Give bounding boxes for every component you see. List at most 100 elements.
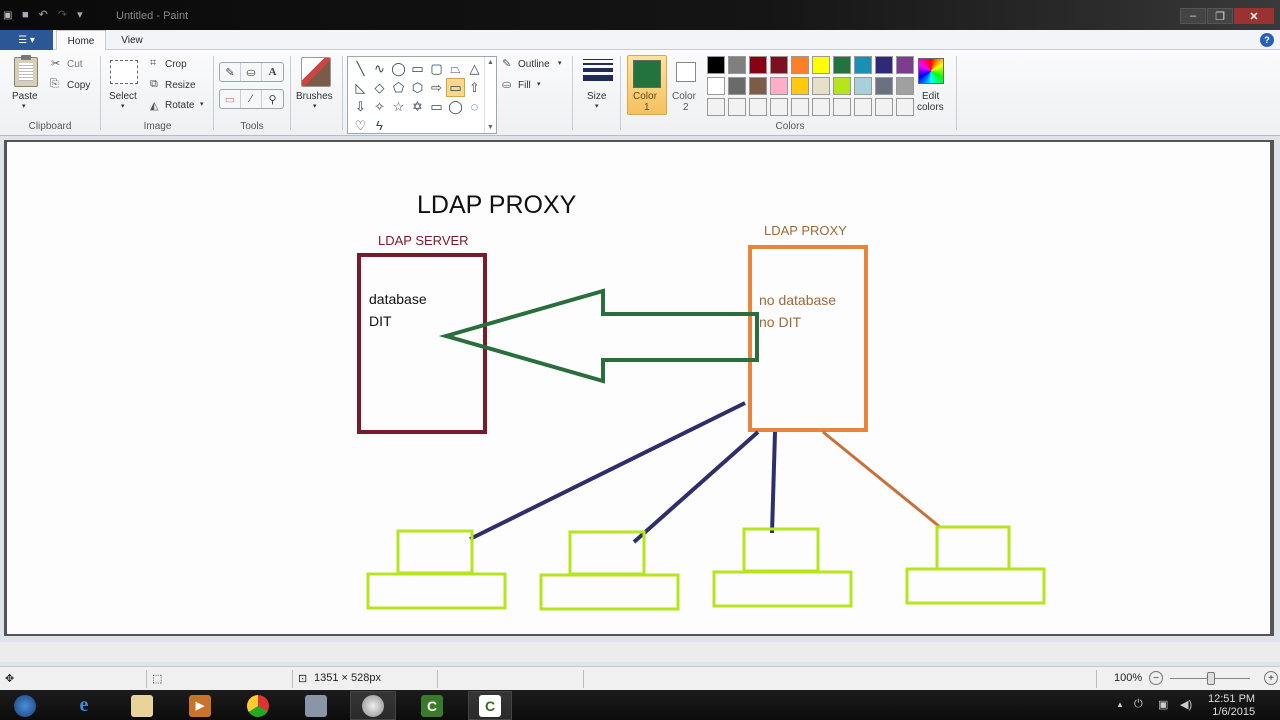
shape-option[interactable]: ∿ <box>370 59 389 78</box>
zoom-slider-thumb[interactable] <box>1207 672 1215 685</box>
shape-option[interactable]: ϟ <box>370 116 389 135</box>
shape-option[interactable]: ▭ <box>427 97 446 116</box>
tab-home[interactable]: Home <box>56 30 106 51</box>
palette-color-swatch[interactable] <box>791 77 809 95</box>
eraser-icon[interactable]: ▭ <box>220 90 241 108</box>
shape-option[interactable]: ╲ <box>351 59 370 78</box>
taskbar-media-player[interactable]: ▶ <box>178 691 222 720</box>
palette-color-swatch[interactable] <box>770 98 788 116</box>
shape-option[interactable]: ⇧ <box>465 78 484 97</box>
palette-color-swatch[interactable] <box>812 77 830 95</box>
taskbar-internet-explorer[interactable]: e <box>62 691 106 720</box>
show-hidden-icons[interactable]: ▲ <box>1116 700 1124 709</box>
shape-option[interactable]: ▭ <box>446 78 465 97</box>
shape-option[interactable]: ▭ <box>408 59 427 78</box>
palette-color-swatch[interactable] <box>812 98 830 116</box>
palette-color-swatch[interactable] <box>833 98 851 116</box>
minimize-button[interactable]: – <box>1180 8 1206 24</box>
palette-color-swatch[interactable] <box>749 98 767 116</box>
shape-option[interactable]: ⬠ <box>389 78 408 97</box>
taskbar-camtasia[interactable]: C <box>410 691 454 720</box>
palette-color-swatch[interactable] <box>854 56 872 74</box>
shape-option[interactable]: ✡ <box>408 97 427 116</box>
palette-color-swatch[interactable] <box>833 56 851 74</box>
palette-color-swatch[interactable] <box>896 56 914 74</box>
shape-option[interactable]: ✧ <box>370 97 389 116</box>
shape-option[interactable]: ⏢ <box>446 59 465 78</box>
tab-view[interactable]: View <box>110 30 154 50</box>
drawing-canvas[interactable]: LDAP PROXY LDAP SERVER database DIT LDAP… <box>4 140 1274 636</box>
size-label: Size <box>587 91 607 102</box>
shape-option[interactable]: ⬡ <box>408 78 427 97</box>
taskbar-windows-explorer[interactable] <box>120 691 164 720</box>
shape-option[interactable]: ⇨ <box>427 78 446 97</box>
palette-color-swatch[interactable] <box>833 77 851 95</box>
close-button[interactable]: ✕ <box>1234 8 1274 24</box>
redo-icon[interactable]: ↷ <box>58 8 67 21</box>
drawing-svg: LDAP PROXY LDAP SERVER database DIT LDAP… <box>357 191 1046 611</box>
shape-option[interactable]: △ <box>465 59 484 78</box>
palette-color-swatch[interactable] <box>749 56 767 74</box>
shape-option[interactable]: ◇ <box>370 78 389 97</box>
palette-color-swatch[interactable] <box>791 56 809 74</box>
gallery-scrollbar[interactable]: ▲ ▼ <box>484 57 496 133</box>
file-menu-button[interactable]: ☰ ▾ <box>0 30 53 50</box>
shape-option[interactable]: ▢ <box>427 59 446 78</box>
zoom-in-button[interactable]: + <box>1264 671 1278 685</box>
status-bar: ✥ ⬚ ⊡ 1351 × 528px 100% − + <box>0 666 1280 690</box>
pencil-icon[interactable]: ✎ <box>220 63 241 81</box>
palette-color-swatch[interactable] <box>707 77 725 95</box>
palette-color-swatch[interactable] <box>791 98 809 116</box>
shape-option[interactable]: ◯ <box>389 59 408 78</box>
horizontal-scroll-area[interactable] <box>0 642 1280 662</box>
palette-color-swatch[interactable] <box>707 98 725 116</box>
canvas-size-icon: ⊡ <box>298 673 308 685</box>
virtualbox-icon <box>305 694 327 717</box>
palette-color-swatch[interactable] <box>854 98 872 116</box>
taskbar-chrome[interactable] <box>236 691 280 720</box>
save-icon[interactable]: ■ <box>22 9 29 21</box>
palette-color-swatch[interactable] <box>896 98 914 116</box>
palette-color-swatch[interactable] <box>896 77 914 95</box>
color-1-button[interactable]: Color 1 <box>627 55 667 115</box>
zoom-out-button[interactable]: − <box>1149 671 1163 685</box>
divider <box>956 56 957 130</box>
system-clock[interactable]: 12:51 PM 1/6/2015 <box>1208 693 1255 719</box>
shape-option[interactable]: ♡ <box>351 116 370 135</box>
undo-icon[interactable]: ↶ <box>39 8 48 21</box>
fill-icon[interactable]: ⛀ <box>241 63 262 81</box>
taskbar-paint[interactable] <box>350 691 396 720</box>
shape-option[interactable]: ◺ <box>351 78 370 97</box>
palette-color-swatch[interactable] <box>749 77 767 95</box>
start-button[interactable] <box>3 691 47 720</box>
text-icon[interactable]: A <box>262 63 283 81</box>
magnifier-icon[interactable]: ⚲ <box>262 90 283 108</box>
color-picker-icon[interactable]: ⁄ <box>241 90 262 108</box>
network-icon[interactable]: ▣ <box>1158 698 1168 711</box>
palette-color-swatch[interactable] <box>728 77 746 95</box>
maximize-button[interactable]: ❐ <box>1207 8 1233 24</box>
taskbar-virtualbox[interactable] <box>294 691 338 720</box>
palette-color-swatch[interactable] <box>812 56 830 74</box>
palette-color-swatch[interactable] <box>770 56 788 74</box>
shape-option[interactable]: ☆ <box>389 97 408 116</box>
shape-option[interactable]: ◌ <box>465 97 484 116</box>
palette-color-swatch[interactable] <box>875 77 893 95</box>
palette-color-swatch[interactable] <box>707 56 725 74</box>
palette-color-swatch[interactable] <box>875 98 893 116</box>
palette-color-swatch[interactable] <box>728 98 746 116</box>
customize-dropdown-icon[interactable]: ▾ <box>77 8 83 21</box>
volume-icon[interactable]: ◀) <box>1180 698 1192 711</box>
palette-color-swatch[interactable] <box>728 56 746 74</box>
scroll-down-icon[interactable]: ▼ <box>487 124 494 131</box>
power-icon[interactable]: ⏻ <box>1134 698 1143 711</box>
paint-app-icon[interactable]: ▣ <box>3 10 15 21</box>
palette-color-swatch[interactable] <box>770 77 788 95</box>
shape-option[interactable]: ◯ <box>446 97 465 116</box>
palette-color-swatch[interactable] <box>854 77 872 95</box>
shape-option[interactable]: ⇩ <box>351 97 370 116</box>
scroll-up-icon[interactable]: ▲ <box>487 59 494 66</box>
taskbar-camtasia-recorder[interactable]: C <box>468 691 512 720</box>
palette-color-swatch[interactable] <box>875 56 893 74</box>
help-icon[interactable]: ? <box>1260 33 1274 47</box>
